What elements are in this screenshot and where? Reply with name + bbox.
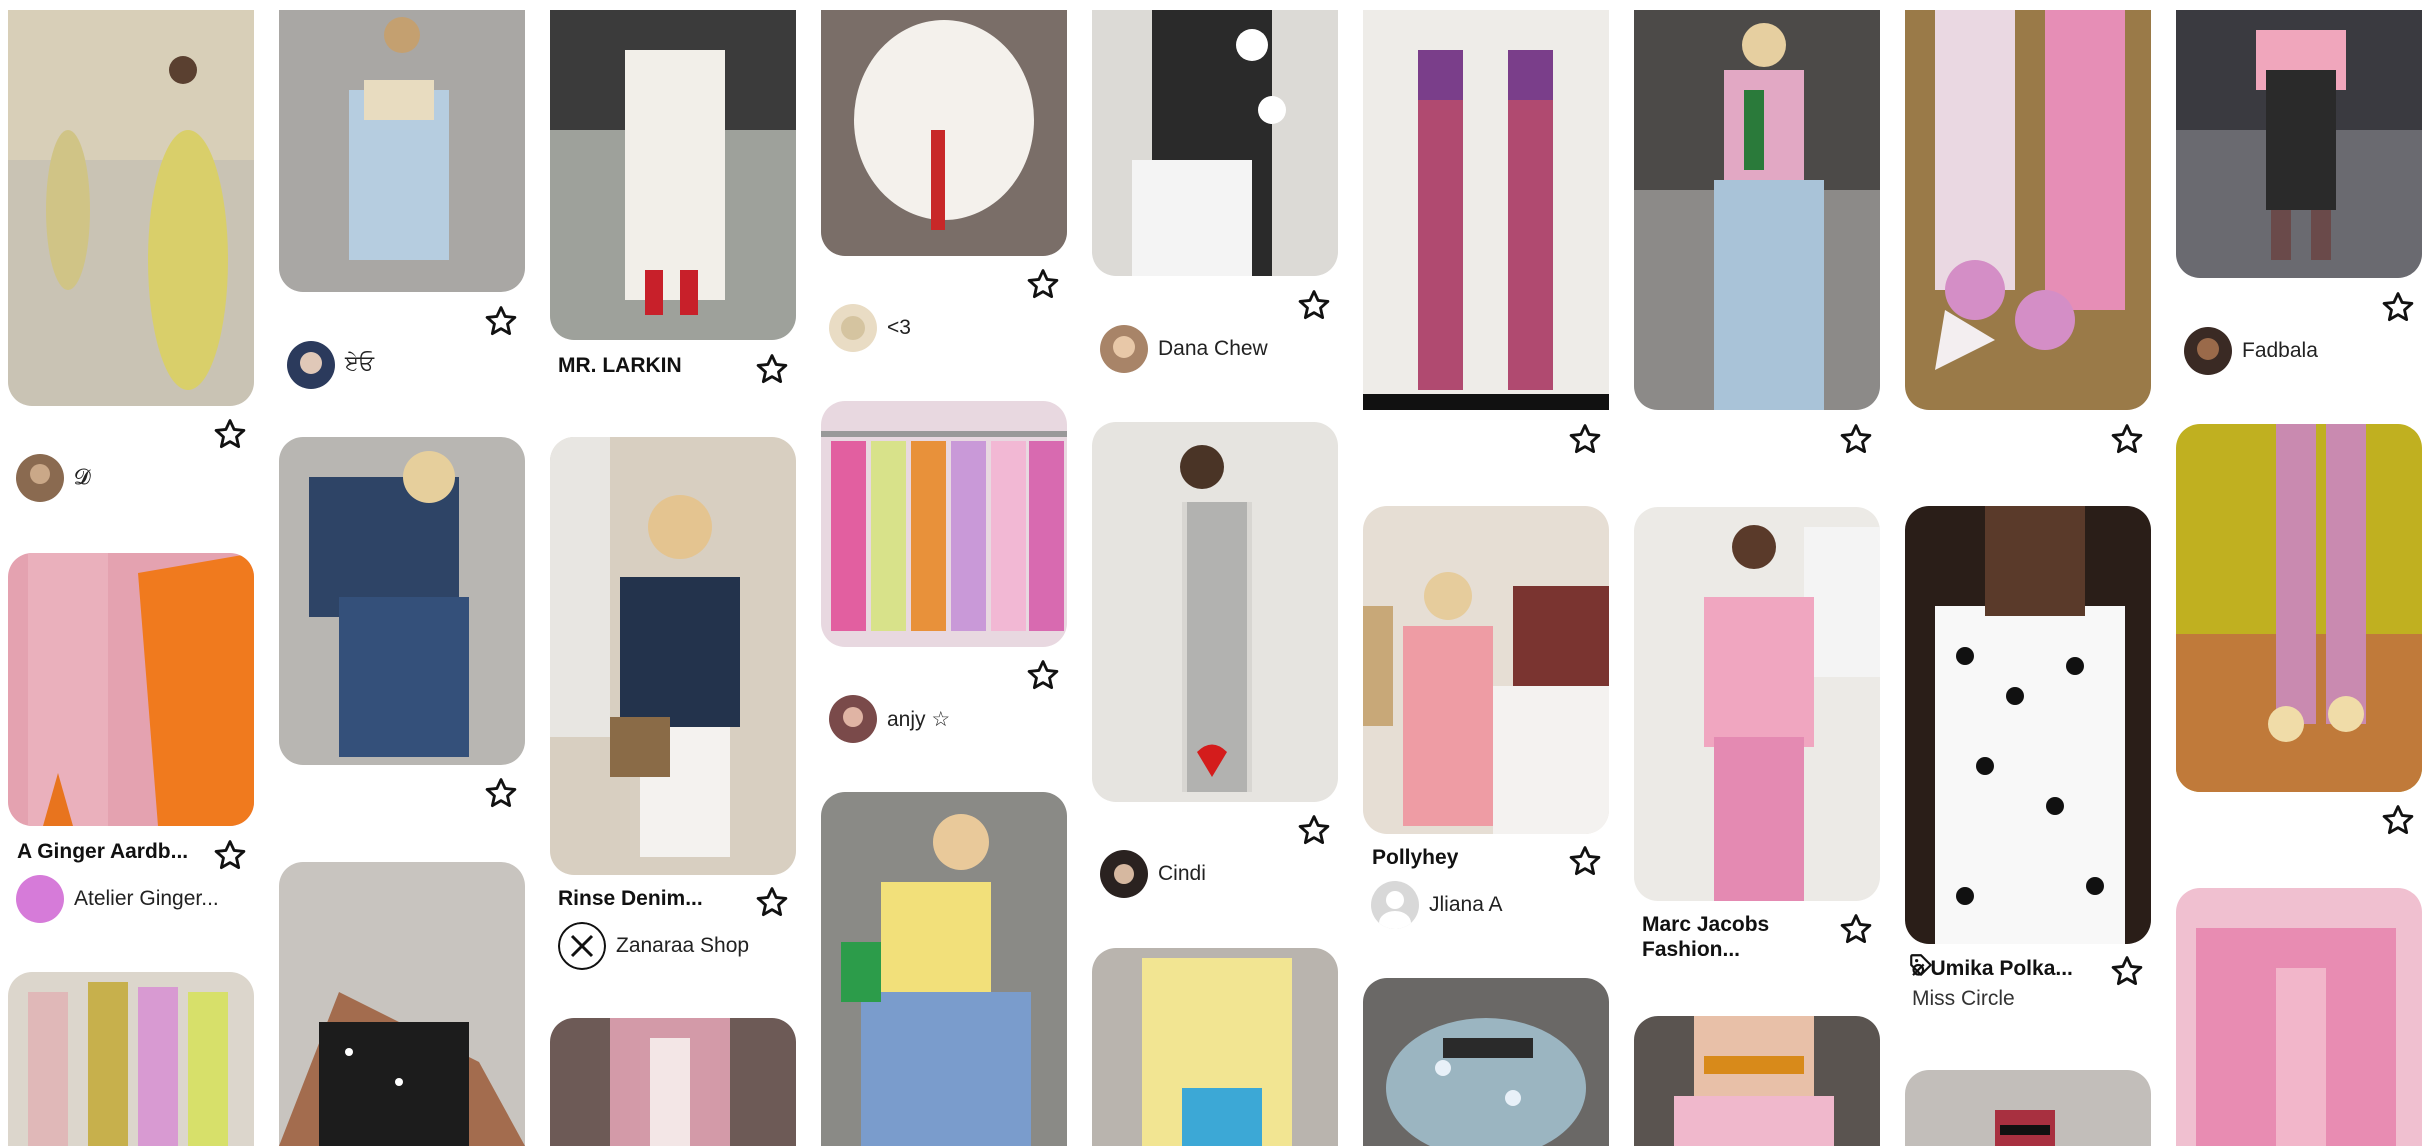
- pin-image[interactable]: [1363, 978, 1609, 1146]
- save-star-button[interactable]: [481, 301, 521, 341]
- pin-image[interactable]: [1905, 1070, 2151, 1146]
- pin-title[interactable]: ⌀ Umika Polka...: [1912, 956, 2092, 981]
- pin-image[interactable]: [550, 437, 796, 875]
- creator-name[interactable]: <3: [887, 316, 911, 340]
- pin-image[interactable]: [8, 553, 254, 826]
- pin-title-line2[interactable]: Fashion...: [1642, 938, 1740, 962]
- pin-image[interactable]: [8, 10, 254, 406]
- save-star-button[interactable]: [1294, 810, 1334, 850]
- pin-image[interactable]: [8, 972, 254, 1146]
- creator-name[interactable]: Atelier Ginger...: [74, 887, 219, 911]
- pin-image[interactable]: [1905, 506, 2151, 944]
- save-star-button[interactable]: [752, 349, 792, 389]
- creator-name[interactable]: ਏਓ: [345, 352, 374, 376]
- pin-image[interactable]: [550, 10, 796, 340]
- save-star-button[interactable]: [1023, 264, 1063, 304]
- creator-name[interactable]: Zanaraa Shop: [616, 934, 749, 958]
- creator-name[interactable]: Jliana A: [1429, 893, 1503, 917]
- pin-image[interactable]: [1634, 507, 1880, 901]
- pin-image[interactable]: [2176, 10, 2422, 278]
- save-star-button[interactable]: [2107, 951, 2147, 991]
- save-star-button[interactable]: [752, 882, 792, 922]
- pin-image[interactable]: [2176, 424, 2422, 792]
- pin-image[interactable]: [821, 401, 1067, 647]
- pin-title[interactable]: Marc Jacobs: [1642, 913, 1769, 937]
- avatar[interactable]: [1100, 850, 1148, 898]
- save-star-button[interactable]: [2378, 800, 2418, 840]
- pin-image[interactable]: [279, 10, 525, 292]
- save-star-button[interactable]: [210, 414, 250, 454]
- avatar[interactable]: [1371, 881, 1419, 929]
- creator-name[interactable]: Miss Circle: [1912, 987, 2015, 1011]
- avatar[interactable]: [2184, 327, 2232, 375]
- avatar[interactable]: [16, 875, 64, 923]
- pin-image[interactable]: [821, 792, 1067, 1146]
- pin-image[interactable]: [279, 437, 525, 765]
- avatar[interactable]: [829, 304, 877, 352]
- save-star-button[interactable]: [1565, 419, 1605, 459]
- pin-image[interactable]: [279, 862, 525, 1146]
- avatar[interactable]: [16, 454, 64, 502]
- save-star-button[interactable]: [1023, 655, 1063, 695]
- save-star-button[interactable]: [481, 773, 521, 813]
- avatar[interactable]: [558, 922, 606, 970]
- avatar[interactable]: [1100, 325, 1148, 373]
- creator-name[interactable]: Dana Chew: [1158, 337, 1268, 361]
- pin-image[interactable]: [1363, 506, 1609, 834]
- pin-title[interactable]: Pollyhey: [1372, 846, 1458, 870]
- creator-name[interactable]: anjy ☆: [887, 707, 950, 732]
- pin-image[interactable]: [1363, 10, 1609, 410]
- pin-image[interactable]: [1092, 422, 1338, 802]
- creator-name[interactable]: 𝓓: [74, 466, 90, 490]
- creator-name[interactable]: Fadbala: [2242, 339, 2318, 363]
- avatar[interactable]: [829, 695, 877, 743]
- pin-image[interactable]: [1092, 10, 1338, 276]
- pin-title[interactable]: MR. LARKIN: [558, 354, 682, 378]
- save-star-button[interactable]: [1565, 841, 1605, 881]
- pin-title[interactable]: Rinse Denim...: [558, 887, 748, 911]
- pin-image[interactable]: [821, 10, 1067, 256]
- pin-image[interactable]: [1634, 1016, 1880, 1146]
- save-star-button[interactable]: [1836, 419, 1876, 459]
- creator-name[interactable]: Cindi: [1158, 862, 1206, 886]
- pin-title[interactable]: A Ginger Aardb...: [17, 840, 207, 864]
- pin-image[interactable]: [2176, 888, 2422, 1146]
- pin-image[interactable]: [550, 1018, 796, 1146]
- pin-image[interactable]: [1634, 10, 1880, 410]
- save-star-button[interactable]: [1294, 285, 1334, 325]
- avatar[interactable]: [287, 341, 335, 389]
- save-star-button[interactable]: [1836, 909, 1876, 949]
- save-star-button[interactable]: [2378, 287, 2418, 327]
- pin-image[interactable]: [1092, 948, 1338, 1146]
- save-star-button[interactable]: [210, 835, 250, 875]
- save-star-button[interactable]: [2107, 419, 2147, 459]
- pin-image[interactable]: [1905, 10, 2151, 410]
